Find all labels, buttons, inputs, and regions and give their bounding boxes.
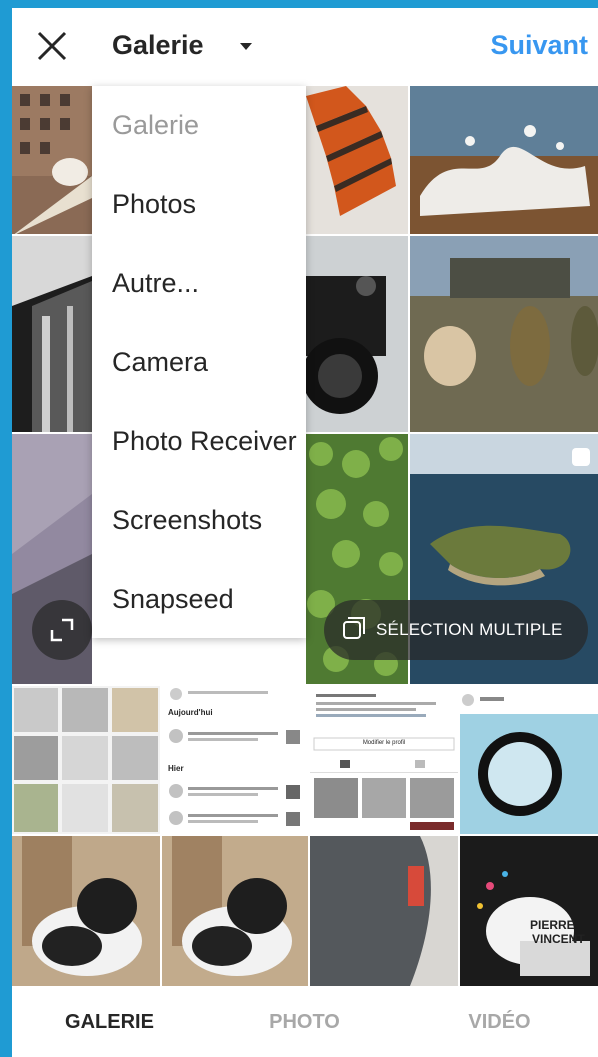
- photo-tile-cat-2[interactable]: [162, 836, 308, 986]
- close-icon[interactable]: [34, 28, 70, 64]
- app-frame: Galerie Suivant Aujourd'hui Hier Modifie…: [12, 8, 598, 1057]
- photo-tile-notifications[interactable]: Aujourd'hui Hier: [162, 686, 308, 834]
- photo-tile-soldiers[interactable]: [410, 236, 598, 432]
- menu-item-galerie[interactable]: Galerie: [92, 86, 306, 165]
- photo-tile-profile[interactable]: Modifier le profil: [310, 686, 458, 834]
- menu-item-photos[interactable]: Photos: [92, 165, 306, 244]
- next-button[interactable]: Suivant: [490, 30, 588, 61]
- menu-item-other[interactable]: Autre...: [92, 244, 306, 323]
- photo-tile-tunnel[interactable]: [12, 236, 92, 432]
- photo-tile-cat-1[interactable]: [12, 836, 160, 986]
- header-bar: Galerie Suivant: [12, 8, 598, 86]
- menu-item-photo-receiver[interactable]: Photo Receiver: [92, 402, 306, 481]
- menu-item-camera[interactable]: Camera: [92, 323, 306, 402]
- tab-video[interactable]: VIDÉO: [402, 986, 597, 1057]
- photo-tile-camera[interactable]: [306, 236, 408, 432]
- tab-gallery[interactable]: GALERIE: [12, 986, 207, 1057]
- edit-profile-label: Modifier le profil: [362, 740, 406, 746]
- album-title[interactable]: Galerie: [112, 30, 204, 61]
- multi-select-label: SÉLECTION MULTIPLE: [376, 620, 563, 639]
- photo-tile-cushion[interactable]: [310, 836, 458, 986]
- expand-icon: [50, 618, 74, 642]
- tab-photo[interactable]: PHOTO: [207, 986, 402, 1057]
- photo-tile-staircase[interactable]: [306, 86, 408, 234]
- multi-select-icon: [343, 617, 365, 639]
- multi-select-button[interactable]: SÉLECTION MULTIPLE: [324, 600, 588, 660]
- photo-tile-screenshot-grid[interactable]: [12, 686, 160, 834]
- expand-button[interactable]: [32, 600, 92, 660]
- sticker-line-2: VINCENT: [532, 932, 585, 946]
- album-dropdown-menu: Galerie Photos Autre... Camera Photo Rec…: [92, 86, 306, 638]
- photo-tile-magnifier[interactable]: [460, 686, 598, 834]
- menu-item-snapseed[interactable]: Snapseed: [92, 560, 306, 638]
- photo-tile-book[interactable]: PIERRE VINCENT: [460, 836, 598, 986]
- selection-circle[interactable]: [572, 448, 590, 466]
- caret-down-icon[interactable]: [240, 43, 252, 50]
- sticker-line-1: PIERRE: [530, 918, 575, 932]
- menu-item-screenshots[interactable]: Screenshots: [92, 481, 306, 560]
- photo-tile-splash[interactable]: [410, 86, 598, 234]
- bottom-tab-bar: GALERIE PHOTO VIDÉO: [12, 986, 598, 1057]
- photo-tile-building-cat[interactable]: [12, 86, 92, 234]
- yesterday-label: Hier: [168, 764, 184, 773]
